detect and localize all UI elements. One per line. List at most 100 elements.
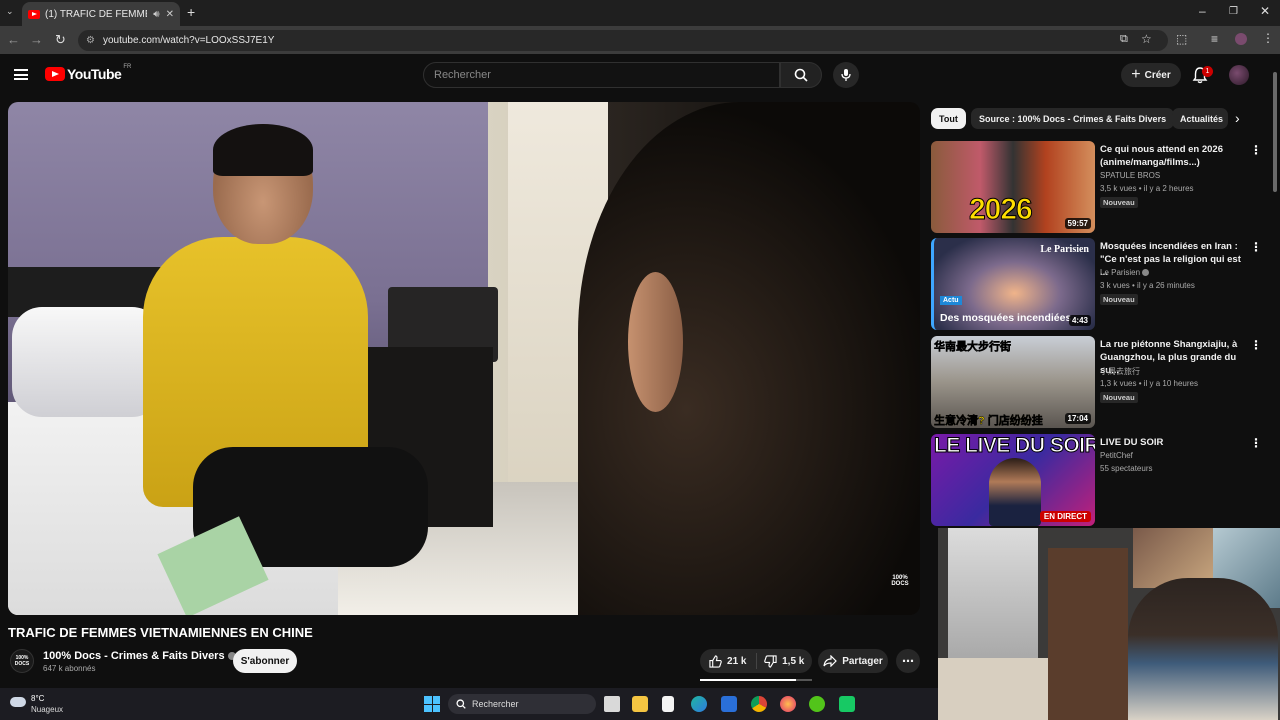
channel-text: Le Parisien [1100, 268, 1141, 277]
weather-temperature[interactable]: 8°C [31, 694, 44, 703]
reading-list-icon[interactable]: ≡ [1211, 32, 1218, 46]
video-title: TRAFIC DE FEMMES VIETNAMIENNES EN CHINE [8, 625, 313, 640]
recommended-channel[interactable]: PetitChef [1100, 451, 1133, 460]
url-text: youtube.com/watch?v=LOOxSSJ7E1Y [102, 35, 275, 46]
more-options-icon[interactable]: ⋮ [1250, 338, 1262, 352]
app-icon[interactable] [839, 696, 855, 712]
page-scrollbar[interactable] [1272, 60, 1278, 192]
taskbar-search[interactable]: Rechercher [448, 694, 596, 714]
logo-country: FR [123, 64, 132, 70]
tab-list-chevron-icon[interactable]: ⌄ [6, 6, 14, 17]
chip-source[interactable]: Source : 100% Docs - Crimes & Faits Dive… [971, 108, 1175, 129]
microphone-icon [841, 69, 851, 81]
channel-name-text: 100% Docs - Crimes & Faits Divers [43, 650, 225, 662]
video-thumbnail[interactable]: LE LIVE DU SOIR EN DIRECT [931, 434, 1095, 526]
extensions-icon[interactable]: ⬚ [1176, 32, 1187, 46]
share-button[interactable]: Partager [818, 649, 888, 673]
dislike-button[interactable]: 1,5 k [757, 654, 813, 668]
firefox-icon[interactable] [780, 696, 796, 712]
voice-search-button[interactable] [833, 62, 859, 88]
chip-news[interactable]: Actualités [1172, 108, 1228, 129]
search-input[interactable]: Rechercher [423, 62, 780, 88]
store-icon[interactable] [721, 696, 737, 712]
channel-name[interactable]: 100% Docs - Crimes & Faits Divers [43, 650, 236, 662]
recommended-video[interactable]: Le Parisien Actu Des mosquées incendiées… [931, 238, 1262, 330]
hamburger-menu-icon[interactable] [14, 69, 28, 80]
forward-icon[interactable]: → [30, 32, 43, 47]
back-icon[interactable]: ← [7, 32, 20, 47]
youtube-play-icon [45, 67, 65, 81]
search-icon [456, 699, 466, 709]
cloud-icon[interactable] [10, 697, 26, 707]
channel-watermark: 100% DOCS [891, 575, 909, 587]
task-view-icon[interactable] [604, 696, 620, 712]
new-badge: Nouveau [1100, 392, 1138, 403]
live-badge: EN DIRECT [1039, 511, 1091, 522]
like-ratio-bar [700, 679, 812, 681]
channel-avatar[interactable]: 100% DOCS [10, 649, 34, 673]
thumbnail-caption-bottom: 生意冷清? 门店纷纷挂 [934, 415, 1043, 428]
more-options-icon[interactable]: ⋮ [1250, 143, 1262, 157]
search-icon [794, 68, 808, 82]
like-button[interactable]: 21 k [700, 654, 756, 668]
recommended-meta: 3 k vues • il y a 26 minutes [1100, 281, 1195, 290]
chip-all[interactable]: Tout [931, 108, 966, 129]
reload-icon[interactable]: ↻ [55, 32, 66, 48]
notification-badge: 1 [1202, 66, 1213, 77]
search-button[interactable] [780, 62, 822, 88]
recommended-title[interactable]: Ce qui nous attend en 2026 (anime/manga/… [1100, 143, 1248, 169]
thumbnail-brand: Le Parisien [1040, 244, 1089, 255]
cast-icon[interactable]: ⧉ [1120, 33, 1128, 46]
notepad-icon[interactable] [662, 696, 674, 712]
restore-icon[interactable]: ❐ [1229, 6, 1238, 17]
new-tab-icon[interactable]: + [187, 4, 195, 20]
more-actions-icon[interactable]: ⋯ [896, 649, 920, 673]
thumbnail-caption: 2026 [969, 193, 1034, 227]
weather-description[interactable]: Nuageux [31, 705, 63, 714]
thumbnail-caption: LE LIVE DU SOIR [933, 434, 1095, 458]
search-placeholder: Rechercher [434, 69, 491, 81]
video-duration: 17:04 [1064, 413, 1091, 424]
thumbs-up-icon [709, 654, 722, 668]
subscriber-count: 647 k abonnés [43, 664, 96, 673]
create-button[interactable]: + Créer [1121, 63, 1181, 87]
chevron-right-icon[interactable]: › [1235, 110, 1251, 128]
thumbnail-caption: Des mosquées incendiées [940, 312, 1072, 324]
verified-check-icon [1142, 269, 1150, 277]
minimize-icon[interactable]: – [1199, 4, 1206, 18]
recommended-video[interactable]: 2026 59:57 Ce qui nous attend en 2026 (a… [931, 141, 1262, 233]
recommended-channel[interactable]: Le Parisien [1100, 268, 1150, 277]
video-duration: 4:43 [1068, 315, 1091, 326]
like-dislike-group: 21 k 1,5 k [700, 649, 812, 673]
tab-title: (1) TRAFIC DE FEMMES VIE [45, 8, 147, 20]
speaker-icon[interactable]: 🔊︎ [153, 9, 159, 20]
windows-start-icon[interactable] [424, 696, 440, 712]
file-explorer-icon[interactable] [632, 696, 648, 712]
recommended-channel[interactable]: SPATULE BROS [1100, 171, 1160, 180]
address-bar[interactable]: ⚙︎ youtube.com/watch?v=LOOxSSJ7E1Y [78, 30, 1168, 51]
video-thumbnail[interactable]: 2026 59:57 [931, 141, 1095, 233]
more-options-icon[interactable]: ⋮ [1250, 240, 1262, 254]
recommended-channel[interactable]: 小周去旅行 [1100, 366, 1140, 377]
bookmark-star-icon[interactable]: ☆ [1141, 32, 1152, 46]
spotify-icon[interactable] [809, 696, 825, 712]
profile-avatar-icon[interactable] [1235, 33, 1247, 45]
browser-menu-icon[interactable]: ⋮ [1262, 31, 1274, 45]
chrome-icon[interactable] [751, 696, 767, 712]
site-info-icon[interactable]: ⚙︎ [86, 35, 95, 46]
share-label: Partager [842, 655, 883, 667]
close-tab-icon[interactable]: ✕ [166, 9, 174, 20]
close-window-icon[interactable]: ✕ [1260, 4, 1270, 18]
video-thumbnail[interactable]: 华南最大步行街 生意冷清? 门店纷纷挂 17:04 [931, 336, 1095, 428]
edge-icon[interactable] [691, 696, 707, 712]
video-thumbnail[interactable]: Le Parisien Actu Des mosquées incendiées… [931, 238, 1095, 330]
subscribe-button[interactable]: S'abonner [233, 649, 297, 673]
recommended-video[interactable]: 华南最大步行街 生意冷清? 门店纷纷挂 17:04 La rue piétonn… [931, 336, 1262, 428]
more-options-icon[interactable]: ⋮ [1250, 436, 1262, 450]
recommended-title[interactable]: LIVE DU SOIR [1100, 436, 1248, 449]
recommended-video[interactable]: LE LIVE DU SOIR EN DIRECT LIVE DU SOIR P… [931, 434, 1262, 526]
youtube-logo[interactable]: YouTube FR [45, 64, 132, 82]
account-avatar[interactable] [1229, 65, 1249, 85]
browser-tab[interactable]: (1) TRAFIC DE FEMMES VIE 🔊︎ ✕ [22, 2, 180, 26]
video-player[interactable]: 100% DOCS [8, 102, 920, 615]
